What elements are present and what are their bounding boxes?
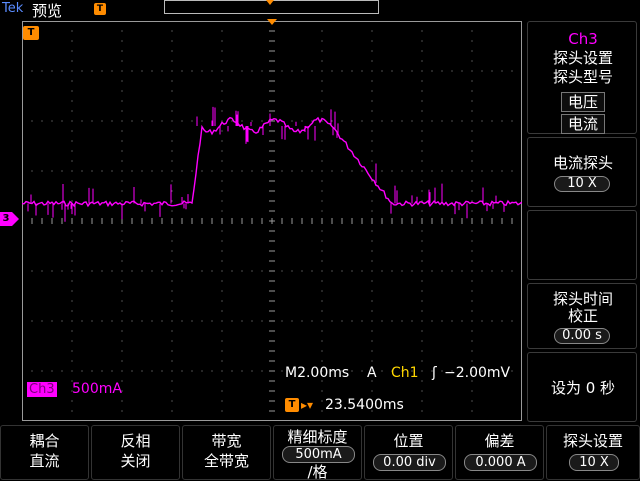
ch3-ground-arrow-icon [12,212,19,226]
probe-deskew-label-2: 校正 [567,307,598,325]
current-probe-button[interactable]: 电流探头 10 X [527,137,637,207]
offset-label: 偏差 [484,432,515,450]
coupling-button[interactable]: 耦合 直流 [0,425,89,480]
fine-scale-value: 500mA [282,446,355,463]
probe-type-label: 探头型号 [552,68,613,86]
acquisition-state: 预览 [32,2,63,20]
probe-deskew-button[interactable]: 探头时间 校正 0.00 s [527,283,637,349]
record-window-trigger-icon [266,0,274,5]
offset-button[interactable]: 偏差 0.000 A [455,425,544,480]
fine-scale-button[interactable]: 精细标度 500mA /格 [273,425,362,481]
timebase-readout: M2.00ms [285,365,350,381]
grid-lines [22,21,522,421]
top-status-bar: Tek 预览 T [0,0,640,20]
invert-label: 反相 [120,432,151,450]
delay-trigger-icon: T [285,398,299,412]
bandwidth-value: 全带宽 [203,452,249,470]
position-label: 位置 [393,432,424,450]
offset-value: 0.000 A [464,454,537,471]
ch3-ground-marker[interactable]: 3 [0,212,12,226]
invert-value: 关闭 [120,452,151,470]
trigger-source-readout: Ch1 [391,365,419,381]
trigger-mode-readout: A [367,365,377,381]
trigger-level-readout: −2.00mV [444,365,511,381]
side-menu-title: 探头设置 [552,49,613,67]
blank-side-button-1[interactable] [527,210,637,280]
brand-logo: Tek [2,1,24,16]
bottom-menu: 耦合 直流 反相 关闭 带宽 全带宽 精细标度 500mA /格 位置 0.00… [0,425,640,481]
coupling-label: 耦合 [29,432,60,450]
set-to-zero-label: 设为 0 秒 [550,379,616,397]
probe-setup-value: 10 X [569,454,619,471]
channel-badge: Ch3 [27,382,57,397]
waveform-graticule [22,21,522,421]
coupling-value: 直流 [29,452,60,470]
probe-setup-button[interactable]: 探头设置 10 X [546,425,640,480]
position-value: 0.00 div [373,454,446,471]
current-probe-label: 电流探头 [552,154,613,172]
side-menu: Ch3 探头设置 探头型号 电压 电流 电流探头 10 X 探头时间 校正 0.… [527,21,640,425]
probe-deskew-label: 探头时间 [552,290,613,308]
trigger-time-marker-icon[interactable] [267,19,277,25]
horizontal-delay-readout: 23.5400ms [325,397,404,413]
probe-type-voltage-option[interactable]: 电压 [561,92,605,112]
channel-vertical-scale: 500mA [72,381,122,397]
current-probe-value: 10 X [554,176,610,192]
delay-arrow-icon: ▸▾ [301,398,314,412]
probe-type-current-option[interactable]: 电流 [561,114,605,134]
fine-scale-unit: /格 [307,463,328,481]
invert-button[interactable]: 反相 关闭 [91,425,180,480]
trigger-level-marker[interactable]: T [23,26,39,40]
side-menu-channel: Ch3 [568,30,598,48]
fine-scale-label: 精细标度 [287,428,348,446]
bandwidth-label: 带宽 [211,432,242,450]
probe-setup-label: 探头设置 [562,432,623,450]
trigger-position-marker: T [94,3,106,15]
probe-deskew-value: 0.00 s [554,328,610,344]
bandwidth-button[interactable]: 带宽 全带宽 [182,425,271,480]
set-to-zero-button[interactable]: 设为 0 秒 [527,352,637,422]
position-button[interactable]: 位置 0.00 div [364,425,453,480]
probe-type-panel[interactable]: Ch3 探头设置 探头型号 电压 电流 [527,21,637,134]
trigger-slope-icon: ʃ [432,365,437,381]
